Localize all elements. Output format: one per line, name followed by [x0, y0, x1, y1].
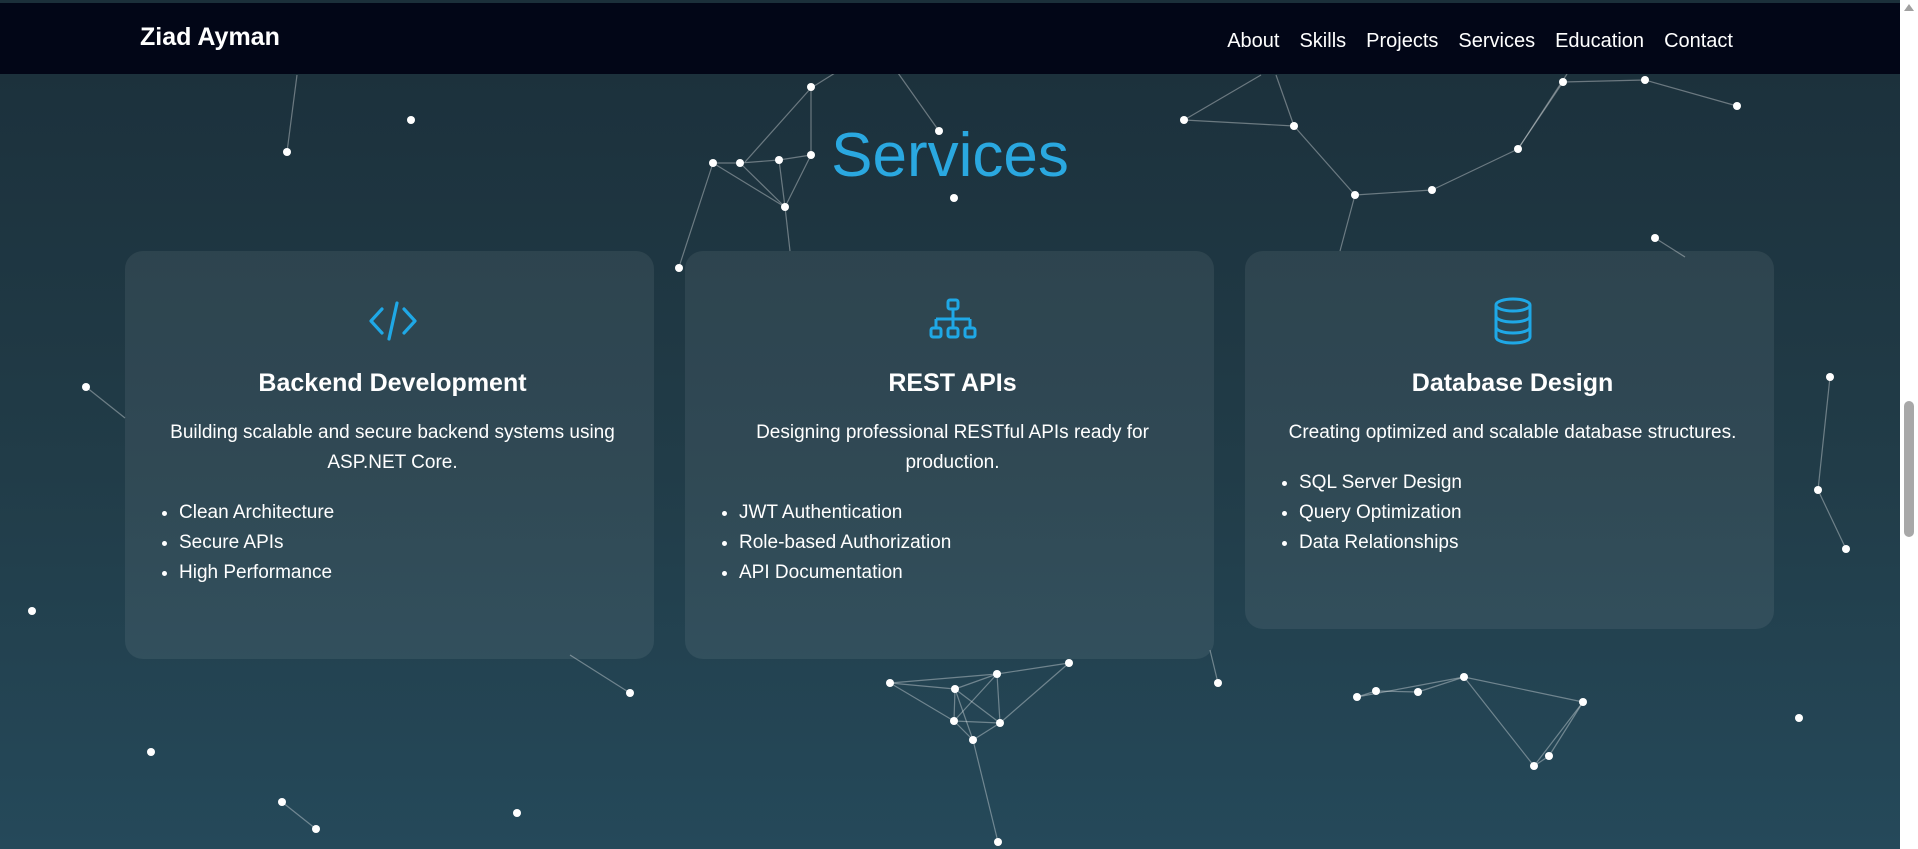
service-card-description: Designing professional RESTful APIs read…	[756, 422, 1149, 473]
nav-link-skills[interactable]: Skills	[1299, 30, 1346, 53]
code-icon	[368, 301, 417, 341]
nav-link-education[interactable]: Education	[1555, 30, 1644, 53]
list-item: Data Relationships	[1299, 528, 1746, 558]
brand-logo[interactable]: Ziad Ayman	[140, 23, 280, 52]
main-nav: About Skills Projects Services Education…	[1227, 30, 1733, 53]
vertical-scrollbar[interactable]	[1900, 0, 1918, 849]
list-item: API Documentation	[739, 558, 1186, 588]
service-card-title: Backend Development	[258, 369, 527, 397]
nav-link-about[interactable]: About	[1227, 30, 1279, 53]
service-card-title: Database Design	[1411, 369, 1614, 397]
navbar: Ziad Ayman About Skills Projects Service…	[0, 3, 1900, 74]
nav-link-contact[interactable]: Contact	[1664, 30, 1733, 53]
list-item: JWT Authentication	[739, 498, 1186, 528]
list-item: Clean Architecture	[179, 498, 626, 528]
list-item: Secure APIs	[179, 528, 626, 558]
database-icon	[1494, 297, 1531, 345]
list-item: SQL Server Design	[1299, 468, 1746, 498]
sitemap-icon	[929, 298, 976, 339]
list-item: Role-based Authorization	[739, 528, 1186, 558]
list-item: High Performance	[179, 558, 626, 588]
service-feature-list: Clean Architecture Secure APIs High Perf…	[159, 498, 626, 588]
scroll-up-arrow-icon[interactable]	[1904, 4, 1914, 11]
service-feature-list: JWT Authentication Role-based Authorizat…	[719, 498, 1186, 588]
service-card-backend: Backend Development Building scalable an…	[125, 251, 654, 659]
nav-link-projects[interactable]: Projects	[1366, 30, 1438, 53]
services-section-title: Services	[831, 121, 1069, 190]
nav-link-services[interactable]: Services	[1458, 30, 1535, 53]
service-card-rest-apis: REST APIs Designing professional RESTful…	[685, 251, 1214, 659]
service-card-description: Creating optimized and scalable database…	[1288, 422, 1737, 443]
scrollbar-thumb[interactable]	[1904, 401, 1914, 537]
service-card-title: REST APIs	[888, 369, 1017, 397]
list-item: Query Optimization	[1299, 498, 1746, 528]
service-card-database: Database Design Creating optimized and s…	[1245, 251, 1774, 629]
service-card-description: Building scalable and secure backend sys…	[170, 422, 615, 473]
service-feature-list: SQL Server Design Query Optimization Dat…	[1279, 468, 1746, 558]
